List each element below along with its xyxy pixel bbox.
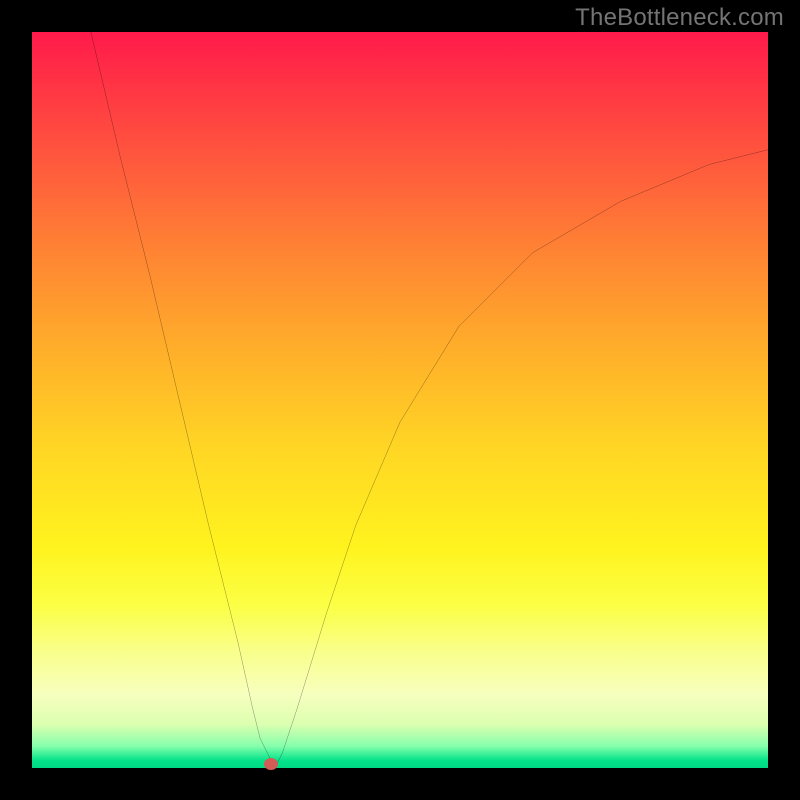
curve-path [91,32,768,768]
plot-area [32,32,768,768]
watermark-text: TheBottleneck.com [575,4,784,32]
bottleneck-curve [32,32,768,768]
optimum-marker [264,758,278,770]
chart-frame: TheBottleneck.com [0,0,800,800]
